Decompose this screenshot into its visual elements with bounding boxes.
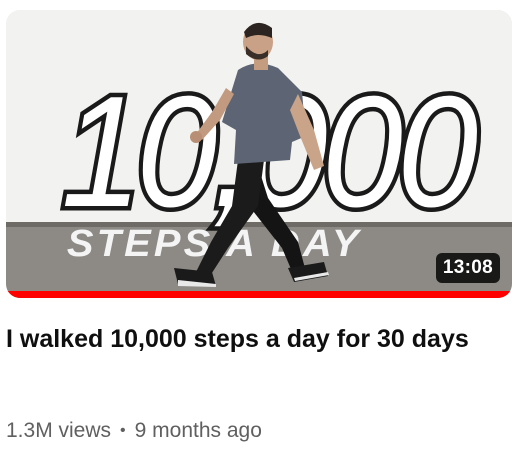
view-count: 1.3M views xyxy=(6,419,112,442)
watch-progress-track xyxy=(6,291,512,298)
video-card[interactable]: 10,000 STEPS A DAY xyxy=(0,0,520,458)
video-thumbnail[interactable]: 10,000 STEPS A DAY xyxy=(6,10,512,298)
metadata-separator: • xyxy=(120,422,126,439)
watch-progress-fill xyxy=(6,291,512,298)
video-metadata: 1.3M views • 9 months ago xyxy=(6,417,262,445)
video-title[interactable]: I walked 10,000 steps a day for 30 days xyxy=(6,322,476,357)
upload-age: 9 months ago xyxy=(134,419,262,442)
duration-badge: 13:08 xyxy=(435,253,500,283)
